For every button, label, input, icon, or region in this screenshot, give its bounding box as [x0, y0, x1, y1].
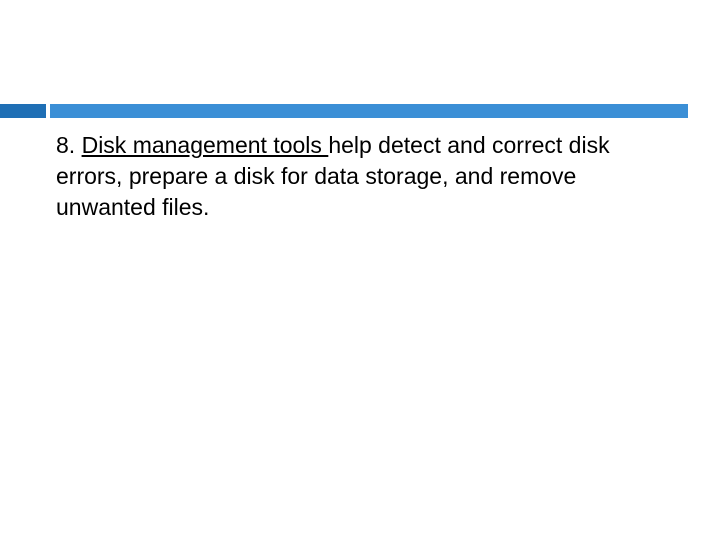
header-bar-main [50, 104, 688, 118]
header-divider [0, 104, 720, 118]
slide-body-text: 8. Disk management tools help detect and… [56, 130, 660, 223]
item-number: 8. [56, 132, 82, 158]
header-bar-accent [0, 104, 46, 118]
term-text: Disk management tools [82, 132, 329, 158]
